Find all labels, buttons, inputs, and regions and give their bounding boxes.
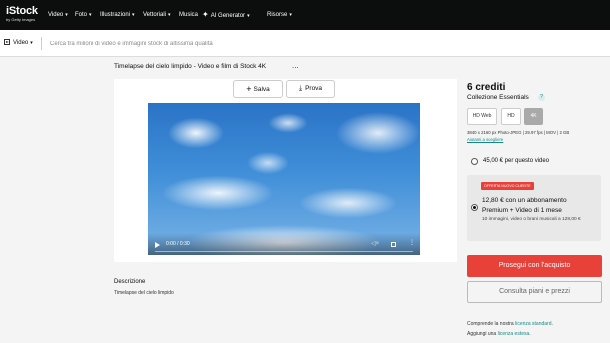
- video-progress-bar[interactable]: [155, 251, 413, 252]
- mute-icon[interactable]: ◁×: [371, 241, 379, 248]
- resolution-hd[interactable]: HD: [501, 108, 521, 125]
- nav-vettoriali[interactable]: Vettoriali ▾: [143, 11, 171, 19]
- extended-license-link[interactable]: licenza estesa: [498, 331, 530, 337]
- try-button[interactable]: ⤓ Prova: [286, 80, 335, 98]
- collection-name: Collezione Essentials: [467, 94, 529, 101]
- continue-purchase-button[interactable]: Prosegui con l'acquisto: [467, 255, 602, 277]
- try-label: Prova: [305, 85, 323, 92]
- video-icon: [4, 39, 10, 45]
- subscription-price: 12,80 € con un abbonamento: [482, 197, 567, 204]
- nav-musica-label: Musica: [179, 12, 199, 18]
- nav-illustrazioni[interactable]: Illustrazioni ▾: [100, 11, 135, 19]
- subscription-radio[interactable]: [471, 204, 478, 211]
- nav-ai-generator[interactable]: ✦ AI Generator ▾: [202, 11, 250, 20]
- resolution-4k[interactable]: 4K: [524, 108, 543, 125]
- more-vertical-icon[interactable]: ⋮: [409, 240, 415, 247]
- logo-tagline: by Getty Images: [6, 17, 36, 22]
- chevron-down-icon: ▾: [132, 12, 135, 18]
- license-standard-prefix: Comprende la nostra: [467, 321, 514, 327]
- nav-risorse-label: Risorse: [267, 12, 288, 18]
- license-extended-note: Aggiungi una licenza estesa.: [467, 331, 531, 338]
- play-icon[interactable]: [155, 242, 160, 248]
- nav-foto[interactable]: Foto ▾: [75, 11, 92, 19]
- nav-risorse[interactable]: Risorse ▾: [267, 11, 292, 19]
- more-options-button[interactable]: ...: [292, 62, 299, 70]
- video-player[interactable]: 0:00 / 0:30 ◁× ⋮: [148, 103, 420, 255]
- save-label: Salva: [253, 86, 270, 93]
- chevron-down-icon: ▾: [289, 12, 292, 18]
- license-extended-prefix: Aggiungi una: [467, 331, 497, 337]
- asset-title: Timelapse del cielo limpido - Video e fi…: [114, 63, 267, 70]
- nav-illustrazioni-label: Illustrazioni: [100, 12, 131, 18]
- save-button[interactable]: + Salva: [233, 80, 283, 98]
- nav-ai-generator-label: AI Generator: [210, 13, 246, 19]
- chevron-down-icon: ▾: [168, 12, 171, 18]
- subscription-detail: 10 immagini, video o brani musicali a 12…: [482, 217, 581, 222]
- nav-vettoriali-label: Vettoriali: [143, 12, 167, 18]
- credits-price: 6 crediti: [467, 82, 506, 93]
- standard-license-link[interactable]: licenza standard: [515, 321, 551, 327]
- logo-wordmark: iStock: [6, 5, 38, 17]
- single-purchase-option[interactable]: 45,00 € per questo video: [467, 152, 601, 169]
- subscription-plan: Premium + Video di 1 mese: [482, 207, 562, 214]
- description-text: Timelapse del cielo limpido: [114, 290, 174, 296]
- new-customer-badge: OFFERTA NUOVO CLIENTE: [481, 182, 534, 190]
- nav-foto-label: Foto: [75, 12, 88, 18]
- video-controls: 0:00 / 0:30 ◁× ⋮: [148, 233, 420, 255]
- chevron-down-icon: ▾: [65, 12, 68, 18]
- nav-video[interactable]: Video ▾: [48, 11, 68, 19]
- chevron-down-icon: ▾: [247, 13, 250, 19]
- plus-icon: +: [246, 84, 252, 94]
- fullscreen-icon[interactable]: [391, 242, 396, 247]
- sparkle-icon: ✦: [202, 10, 209, 19]
- search-bar: Video ▾: [0, 30, 610, 57]
- media-type-label: Video: [13, 40, 29, 46]
- istock-logo[interactable]: iStock by Getty Images: [6, 5, 38, 23]
- single-purchase-label: 45,00 € per questo video: [483, 158, 550, 164]
- help-choose-link[interactable]: Aiutami a scegliere: [467, 137, 503, 143]
- top-nav: iStock by Getty Images Video ▾ Foto ▾ Illu…: [0, 0, 610, 30]
- help-icon[interactable]: ?: [538, 94, 545, 101]
- license-standard-suffix: .: [551, 321, 553, 327]
- search-input[interactable]: [50, 36, 590, 51]
- subscription-option[interactable]: OFFERTA NUOVO CLIENTE 12,80 € con un abb…: [467, 175, 601, 241]
- download-icon: ⤓: [298, 85, 303, 92]
- nav-musica[interactable]: Musica: [179, 11, 198, 19]
- resolution-hd-web[interactable]: HD Web: [467, 108, 497, 125]
- file-specs: 3840 x 2160 px Photo-JPEG | 29.97 fps | …: [467, 130, 570, 135]
- media-type-select[interactable]: Video ▾: [4, 39, 33, 47]
- view-plans-button[interactable]: Consulta piani e prezzi: [467, 281, 602, 303]
- single-purchase-radio[interactable]: [471, 158, 478, 165]
- description-label: Descrizione: [114, 279, 146, 285]
- license-standard-note: Comprende la nostra licenza standard.: [467, 321, 553, 328]
- chevron-down-icon: ▾: [30, 40, 33, 46]
- nav-video-label: Video: [48, 12, 64, 18]
- license-extended-suffix: .: [529, 331, 531, 337]
- chevron-down-icon: ▾: [89, 12, 92, 18]
- video-time: 0:00 / 0:30: [166, 241, 190, 247]
- search-divider: [41, 37, 42, 50]
